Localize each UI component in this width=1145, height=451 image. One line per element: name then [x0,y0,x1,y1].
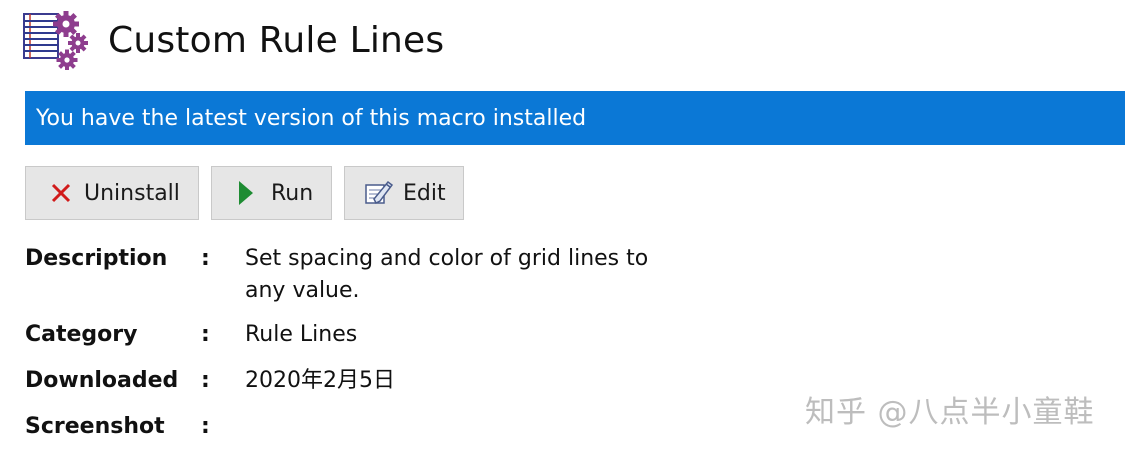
rule-lines-gear-icon [23,11,88,70]
downloaded-value: 2020年2月5日 [245,368,395,393]
category-value: Rule Lines [245,322,358,347]
page-title: Custom Rule Lines [108,19,445,61]
description-key: Description [25,246,168,271]
category-key: Category [25,322,138,347]
downloaded-row: Downloaded : 2020年2月5日 [25,365,665,397]
separator: : [201,246,210,271]
description-value: Set spacing and color of grid lines to a… [245,246,649,303]
separator: : [201,322,210,347]
watermark: 知乎 @八点半小童鞋 [805,395,1095,430]
category-row: Category : Rule Lines [25,319,665,351]
screenshot-key: Screenshot [25,414,165,439]
uninstall-button[interactable]: Uninstall [25,166,199,220]
downloaded-key: Downloaded [25,368,179,393]
page-header: Custom Rule Lines [22,10,444,70]
macro-details-page: Custom Rule Lines You have the latest ve… [0,0,1145,451]
separator: : [201,368,210,393]
screenshot-row: Screenshot : [25,411,245,443]
play-icon [237,179,255,207]
run-label: Run [271,180,314,206]
description-row: Description : Set spacing and color of g… [25,243,665,307]
edit-label: Edit [403,180,446,206]
close-icon [50,182,72,204]
separator: : [201,414,210,439]
uninstall-label: Uninstall [84,180,180,206]
run-button[interactable]: Run [211,166,332,220]
edit-button[interactable]: Edit [344,166,464,220]
status-banner: You have the latest version of this macr… [25,91,1125,145]
edit-pencil-icon [364,179,394,207]
